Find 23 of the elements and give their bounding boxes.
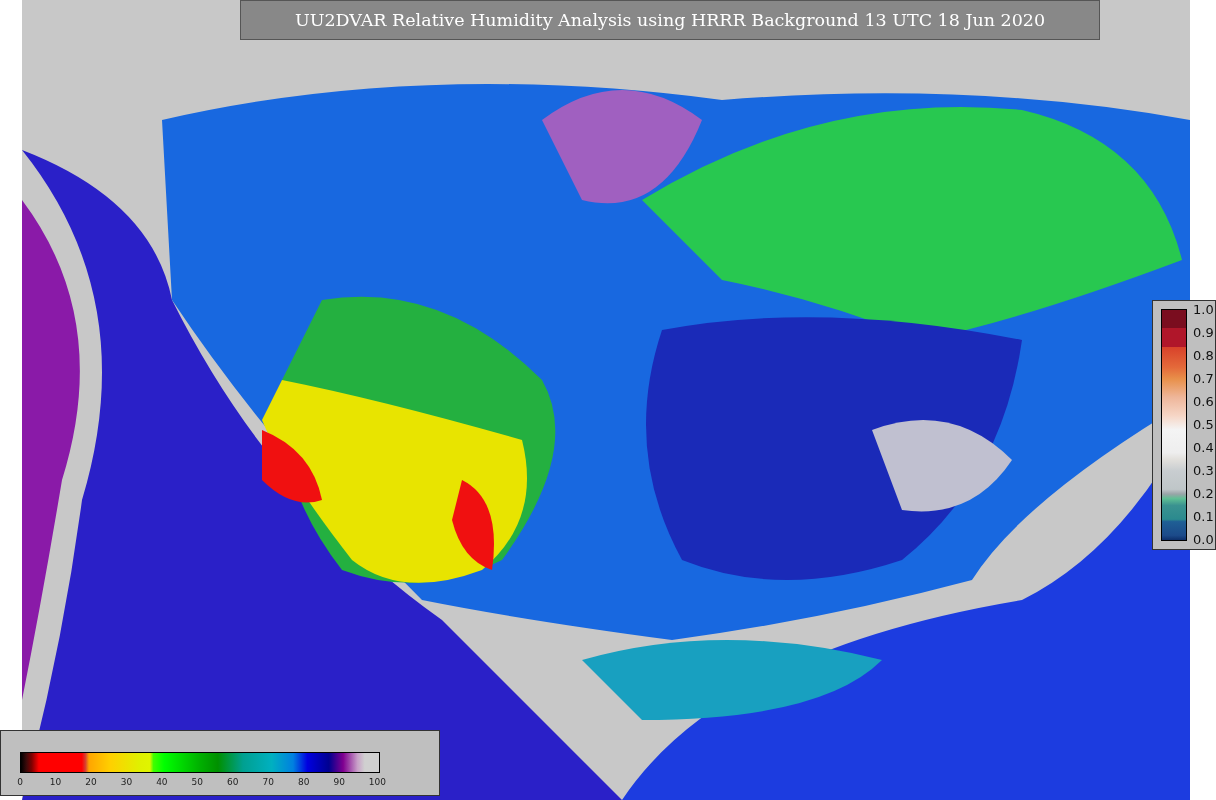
- colorbar-tick-label: 80: [297, 777, 310, 787]
- colorbar-tick-label: 90: [333, 777, 346, 787]
- colorbar-tick-label: 60: [226, 777, 239, 787]
- colorbar-tick-label: 40: [155, 777, 168, 787]
- colorbar-tick-label: 20: [84, 777, 97, 787]
- colorbar-tick-label: 0.4: [1193, 441, 1214, 455]
- colorbar-tick-label: 50: [191, 777, 204, 787]
- colorbar-tick-label: 1.0: [1193, 303, 1214, 317]
- colorbar-tick-label: 0.9: [1193, 326, 1214, 340]
- colorbar-tick-label: 0.8: [1193, 349, 1214, 363]
- colorbar-tick-label: 0.2: [1193, 487, 1214, 501]
- colorbar-tick-label: 0.6: [1193, 395, 1214, 409]
- colorbar-tick-label: 0.0: [1193, 533, 1214, 547]
- colorbar-tick-label: 0.5: [1193, 418, 1214, 432]
- colorbar-tick-label: 70: [262, 777, 275, 787]
- map-title: UU2DVAR Relative Humidity Analysis using HRRR Background 13 UTC 18 Jun 2020: [240, 0, 1100, 40]
- colorbar-tick-label: 10: [49, 777, 62, 787]
- colorbar-tick-label: 0.7: [1193, 372, 1214, 386]
- colorbar-tick-label: 0.3: [1193, 464, 1214, 478]
- colorbar-tick-label: 100: [368, 777, 386, 787]
- colorbar-tick-label: 30: [120, 777, 133, 787]
- colorbar-tick-label: 0: [16, 777, 24, 787]
- colorbar-tick-label: 0.1: [1193, 510, 1214, 524]
